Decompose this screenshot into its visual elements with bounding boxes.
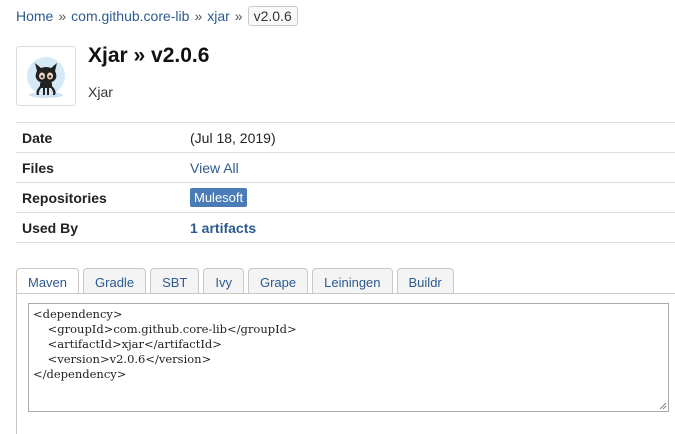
breadcrumb: Home» com.github.core-lib» xjar» v2.0.6 (16, 6, 298, 26)
resize-handle-icon[interactable] (659, 402, 667, 410)
page-title: Xjar » v2.0.6 (88, 44, 210, 67)
tab-leiningen[interactable]: Leiningen (312, 268, 393, 295)
used-by-label: Used By (16, 212, 184, 243)
tab-maven[interactable]: Maven (16, 268, 80, 295)
date-label: Date (16, 122, 184, 153)
tab-gradle[interactable]: Gradle (83, 268, 147, 295)
tab-grape[interactable]: Grape (247, 268, 309, 295)
breadcrumb-artifact-link[interactable]: xjar (207, 8, 230, 24)
repository-mulesoft-link[interactable]: Mulesoft (190, 188, 248, 207)
used-by-cell: 1 artifacts (184, 212, 675, 243)
used-by-artifacts-link[interactable]: 1 artifacts (190, 220, 256, 236)
github-octocat-icon (27, 57, 65, 98)
table-row: Date (Jul 18, 2019) (16, 122, 675, 153)
dependency-snippet-textarea[interactable]: <dependency> <groupId>com.github.core-li… (28, 303, 669, 412)
date-value: (Jul 18, 2019) (184, 122, 675, 153)
files-label: Files (16, 152, 184, 183)
breadcrumb-separator: » (194, 8, 203, 24)
breadcrumb-group-link[interactable]: com.github.core-lib (71, 8, 189, 24)
tab-buildr[interactable]: Buildr (396, 268, 454, 295)
repositories-cell: Mulesoft (184, 182, 675, 213)
artifact-info-table: Date (Jul 18, 2019) Files View All Repos… (16, 122, 675, 243)
tab-sbt[interactable]: SBT (150, 268, 200, 295)
breadcrumb-version-badge: v2.0.6 (247, 6, 298, 26)
breadcrumb-home-link[interactable]: Home (16, 8, 53, 24)
project-logo (16, 46, 76, 106)
breadcrumb-separator: » (234, 8, 243, 24)
table-row: Used By 1 artifacts (16, 212, 675, 243)
table-row: Files View All (16, 152, 675, 183)
table-row: Repositories Mulesoft (16, 182, 675, 213)
build-tool-tabs: Maven Gradle SBT Ivy Grape Leiningen Bui… (16, 268, 458, 295)
breadcrumb-separator: » (58, 8, 67, 24)
tab-ivy[interactable]: Ivy (203, 268, 244, 295)
files-cell: View All (184, 152, 675, 183)
page-subtitle: Xjar (88, 84, 113, 100)
view-all-files-link[interactable]: View All (190, 160, 239, 176)
repositories-label: Repositories (16, 182, 184, 213)
